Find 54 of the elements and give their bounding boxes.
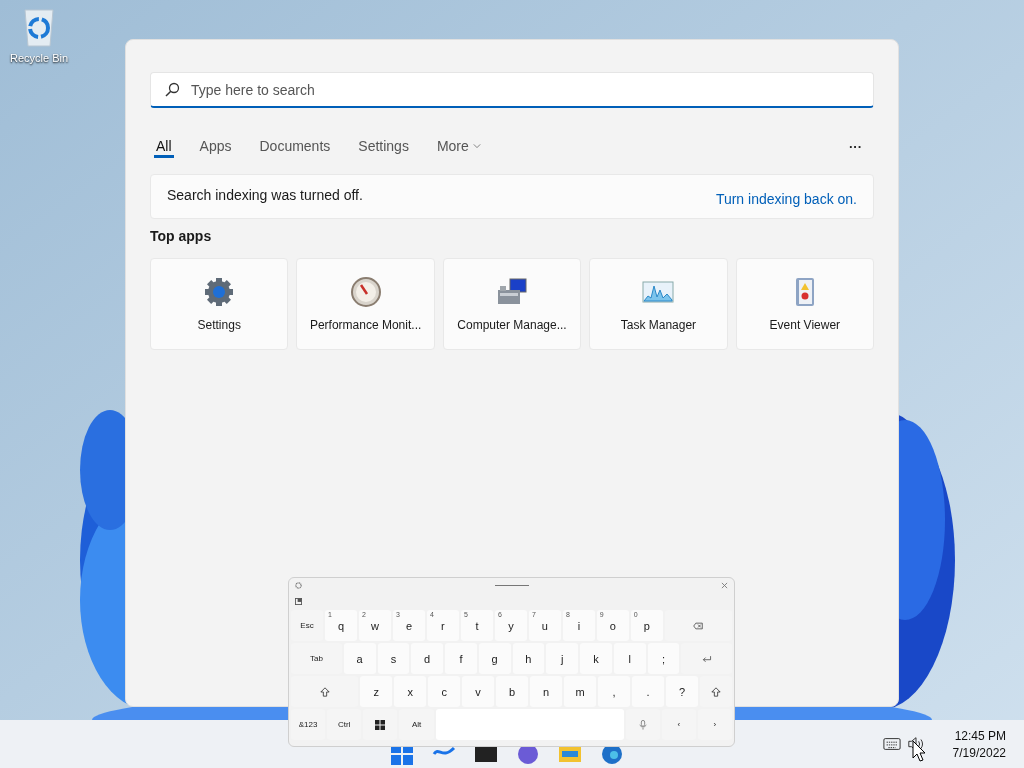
enter-icon [701, 653, 712, 664]
key[interactable]: ? [666, 676, 698, 707]
app-tile[interactable]: Task Manager [589, 258, 728, 350]
gear-icon [203, 276, 236, 308]
notice-text: Search indexing was turned off. [167, 186, 363, 203]
windows-logo-icon [375, 719, 386, 730]
key[interactable]: s [377, 643, 410, 674]
clock-date[interactable]: 7/19/2022 [952, 745, 1006, 760]
key[interactable]: ; [647, 643, 680, 674]
key[interactable]: f [445, 643, 477, 674]
key[interactable]: c [428, 676, 461, 707]
recycle-bin-icon[interactable] [21, 8, 57, 48]
key[interactable]: n [530, 676, 563, 707]
key[interactable]: m [564, 676, 597, 707]
key[interactable]: x [394, 676, 427, 707]
key[interactable]: h [512, 643, 545, 674]
key[interactable]: d [411, 643, 444, 674]
key[interactable]: g [478, 643, 511, 674]
key[interactable]: v [462, 676, 495, 707]
close-icon[interactable] [721, 581, 728, 589]
filter-tab[interactable]: All [154, 134, 174, 158]
key[interactable]: b [496, 676, 529, 707]
turn-on-indexing-link[interactable]: Turn indexing back on. [715, 190, 857, 207]
clock-time[interactable]: 12:45 PM [954, 728, 1006, 743]
settings-icon[interactable] [295, 581, 302, 589]
search-field[interactable]: Type here to search [150, 72, 874, 108]
key[interactable]: j [546, 643, 579, 674]
more-options-button[interactable]: ··· [843, 137, 868, 155]
keyboard-icon[interactable] [882, 736, 901, 752]
shift-arrow-icon [711, 686, 721, 697]
key[interactable]: k [580, 643, 612, 674]
key[interactable]: a [343, 643, 376, 674]
filter-tab[interactable]: Apps [197, 134, 234, 158]
sticker-icon[interactable] [295, 597, 302, 605]
app-tile[interactable]: Settings [150, 258, 289, 350]
key[interactable]: z [360, 676, 393, 707]
microphone-icon [637, 719, 648, 730]
key[interactable]: l [613, 643, 646, 674]
filter-tab[interactable]: More [434, 134, 483, 158]
key[interactable]: , [598, 676, 631, 707]
filter-tab[interactable]: Settings [356, 134, 411, 158]
app-tile[interactable]: Event Viewer [735, 258, 875, 350]
backspace-icon [693, 620, 704, 631]
section-title: Top apps [150, 228, 213, 244]
app-tile[interactable]: Computer Manage... [442, 258, 582, 350]
mouse-cursor-icon [912, 740, 926, 762]
drag-handle[interactable] [494, 584, 529, 586]
key[interactable]: . [632, 676, 665, 707]
filter-tab[interactable]: Documents [257, 134, 333, 158]
gauge-icon [349, 276, 382, 308]
shift-arrow-icon [319, 686, 330, 697]
speaker-icon[interactable] [906, 736, 925, 752]
app-tile[interactable]: Performance Monit... [296, 258, 435, 350]
search-icon [164, 82, 180, 98]
